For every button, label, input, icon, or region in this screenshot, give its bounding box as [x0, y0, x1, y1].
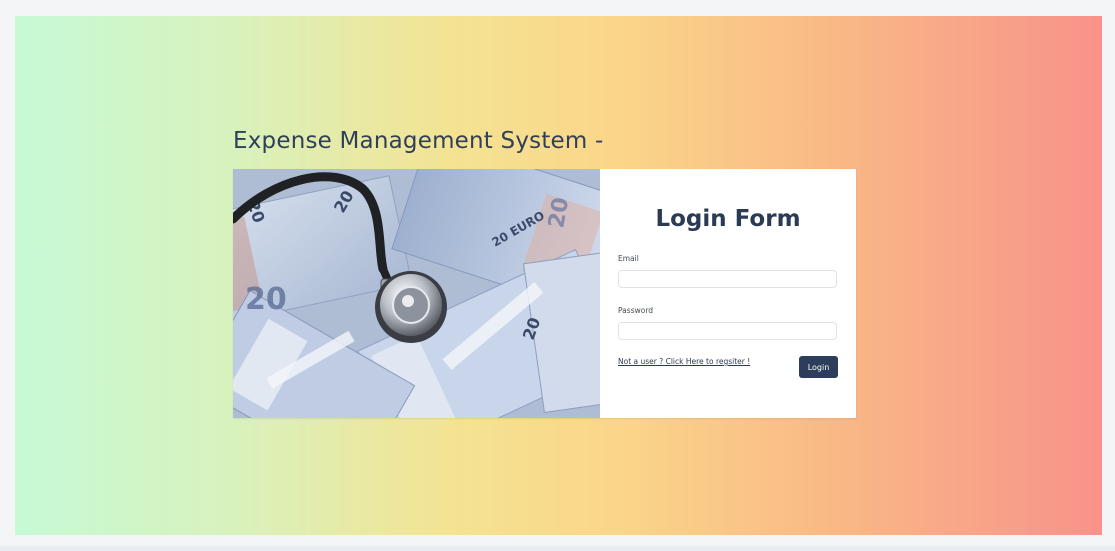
stethoscope-banknotes-image: 20 20 20 EURO 20 20 20 — [233, 169, 600, 418]
login-form-title: Login Form — [655, 206, 801, 232]
bottom-strip — [0, 546, 1115, 551]
password-label: Password — [618, 306, 654, 315]
svg-text:20: 20 — [245, 282, 287, 317]
register-link[interactable]: Not a user ? Click Here to regsiter ! — [618, 357, 750, 366]
hero-image: 20 20 20 EURO 20 20 20 — [233, 169, 600, 418]
email-field[interactable] — [618, 270, 837, 288]
svg-text:20: 20 — [544, 196, 574, 231]
login-card: 20 20 20 EURO 20 20 20 Login Form Email — [233, 169, 856, 418]
page: Expense Management System - 20 20 20 EUR… — [0, 0, 1115, 551]
email-label: Email — [618, 254, 639, 263]
login-button[interactable]: Login — [799, 356, 838, 378]
password-field[interactable] — [618, 322, 837, 340]
app-title: Expense Management System - — [233, 128, 604, 154]
login-form: Login Form Email Password Not a user ? C… — [600, 169, 856, 418]
